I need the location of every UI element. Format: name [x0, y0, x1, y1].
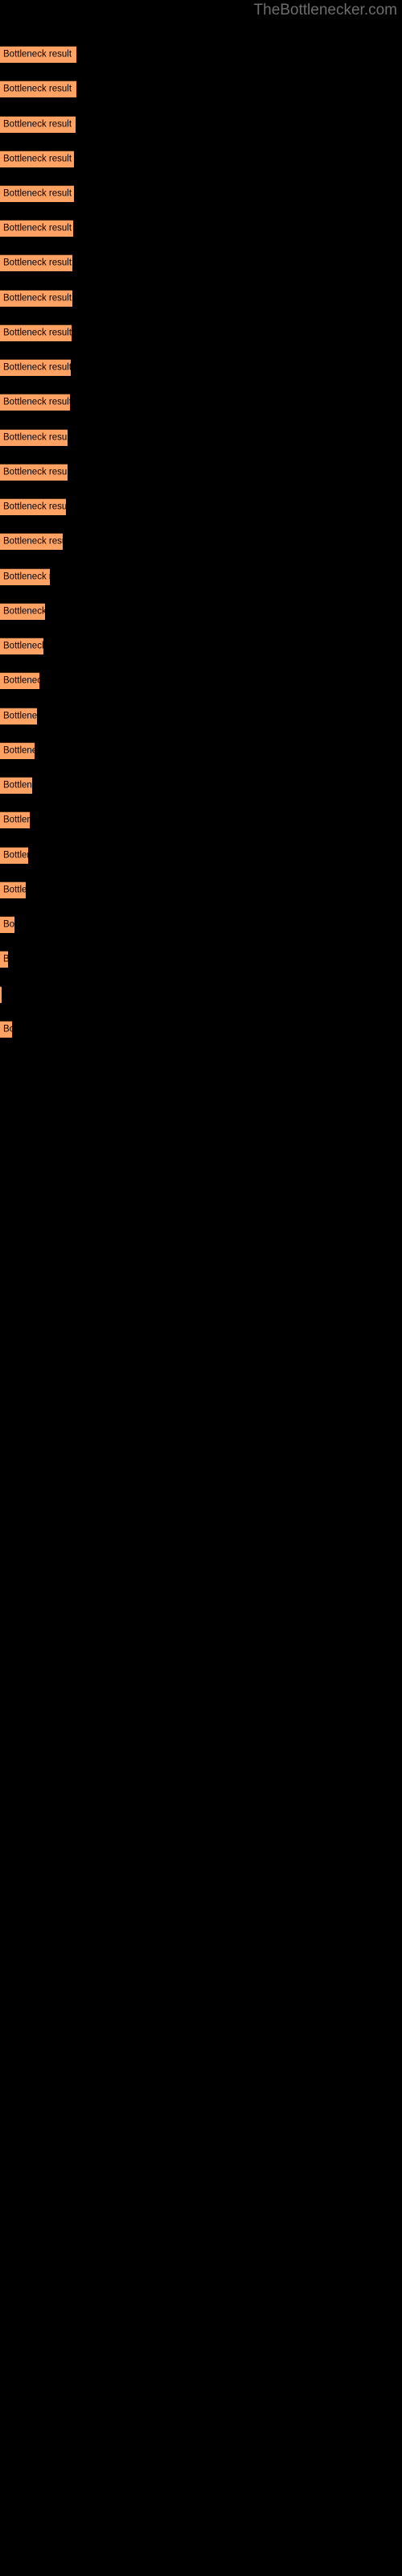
bottleneck-bar-chart: Bottleneck result Bottleneck result Bottle…	[0, 0, 402, 2576]
chart-bar: Bottleneck result	[0, 1021, 12, 1038]
chart-bar-label: Bottleneck result	[3, 328, 72, 338]
chart-bar: Bottleneck result	[0, 847, 28, 865]
chart-bar-label: Bottleneck result	[3, 502, 66, 512]
chart-bar: Bottleneck result	[0, 429, 68, 447]
chart-bar-label: Bottleneck result	[3, 711, 37, 721]
chart-bar: Bottleneck result	[0, 672, 39, 690]
chart-bar-label: Bottleneck result	[3, 745, 35, 756]
chart-bar-label: Bottleneck result	[3, 84, 72, 94]
chart-bar-label: Bottleneck result	[3, 293, 72, 303]
chart-bar-label: Bottleneck result	[3, 641, 43, 651]
chart-bar: Bottleneck result	[0, 220, 73, 237]
chart-bar: Bottleneck result	[0, 254, 72, 272]
chart-bar: Bottleneck result	[0, 46, 76, 64]
chart-bar: Bottleneck result	[0, 80, 76, 98]
chart-bar: Bottleneck result	[0, 881, 26, 899]
chart-bar: Bottleneck result	[0, 603, 45, 621]
chart-bar-label: Bottleneck result	[3, 780, 32, 791]
chart-bar-label: Bottleneck result	[3, 432, 68, 443]
chart-bar: Bottleneck result	[0, 151, 74, 168]
chart-bar: Bottleneck result	[0, 742, 35, 760]
chart-bar-label: Bottleneck result	[3, 467, 68, 477]
chart-bar-label: Bottleneck result	[3, 49, 72, 60]
chart-bar: Bottleneck result	[0, 324, 72, 342]
chart-bar: Bottleneck result	[0, 116, 76, 134]
chart-bar-label: Bottleneck result	[3, 815, 30, 825]
chart-bar-label: Bottleneck result	[3, 397, 70, 407]
chart-bar-label: Bottleneck result	[3, 919, 14, 930]
chart-bar: Bottleneck result	[0, 359, 71, 377]
chart-bar-label: Bottleneck result	[3, 258, 72, 268]
chart-bar-label: Bottleneck result	[3, 572, 50, 582]
chart-bar-label: Bottleneck result	[3, 362, 71, 373]
chart-bar: Bottleneck result	[0, 811, 30, 829]
chart-bar-label: Bottleneck result	[3, 606, 45, 617]
chart-bar: Bottleneck result	[0, 394, 70, 411]
chart-bar: Bottleneck result	[0, 916, 14, 934]
chart-bar: Bottleneck result	[0, 638, 43, 655]
chart-bar: Bottleneck result	[0, 185, 74, 203]
chart-bar-label: Bottleneck result	[3, 1024, 12, 1034]
chart-bar: Bottleneck result	[0, 464, 68, 481]
chart-bar: Bottleneck result	[0, 951, 8, 968]
chart-bar-label: Bottleneck result	[3, 675, 39, 686]
chart-bar-label: Bottleneck result	[3, 154, 72, 164]
chart-bar: Bottleneck result	[0, 986, 2, 1004]
chart-bar-label: Bottleneck result	[3, 850, 28, 861]
chart-bar: Bottleneck result	[0, 533, 63, 551]
chart-bar-label: Bottleneck result	[3, 536, 63, 547]
chart-bar: Bottleneck result	[0, 568, 50, 586]
chart-bar-label: Bottleneck result	[3, 188, 72, 199]
chart-bar-label: Bottleneck result	[3, 223, 72, 233]
chart-bar-label: Bottleneck result	[3, 885, 26, 895]
chart-bar: Bottleneck result	[0, 498, 66, 516]
chart-bar-label: Bottleneck result	[3, 955, 8, 965]
chart-bar: Bottleneck result	[0, 777, 32, 795]
chart-bar: Bottleneck result	[0, 290, 72, 308]
chart-bar: Bottleneck result	[0, 708, 37, 725]
chart-bar-label: Bottleneck result	[3, 119, 72, 130]
